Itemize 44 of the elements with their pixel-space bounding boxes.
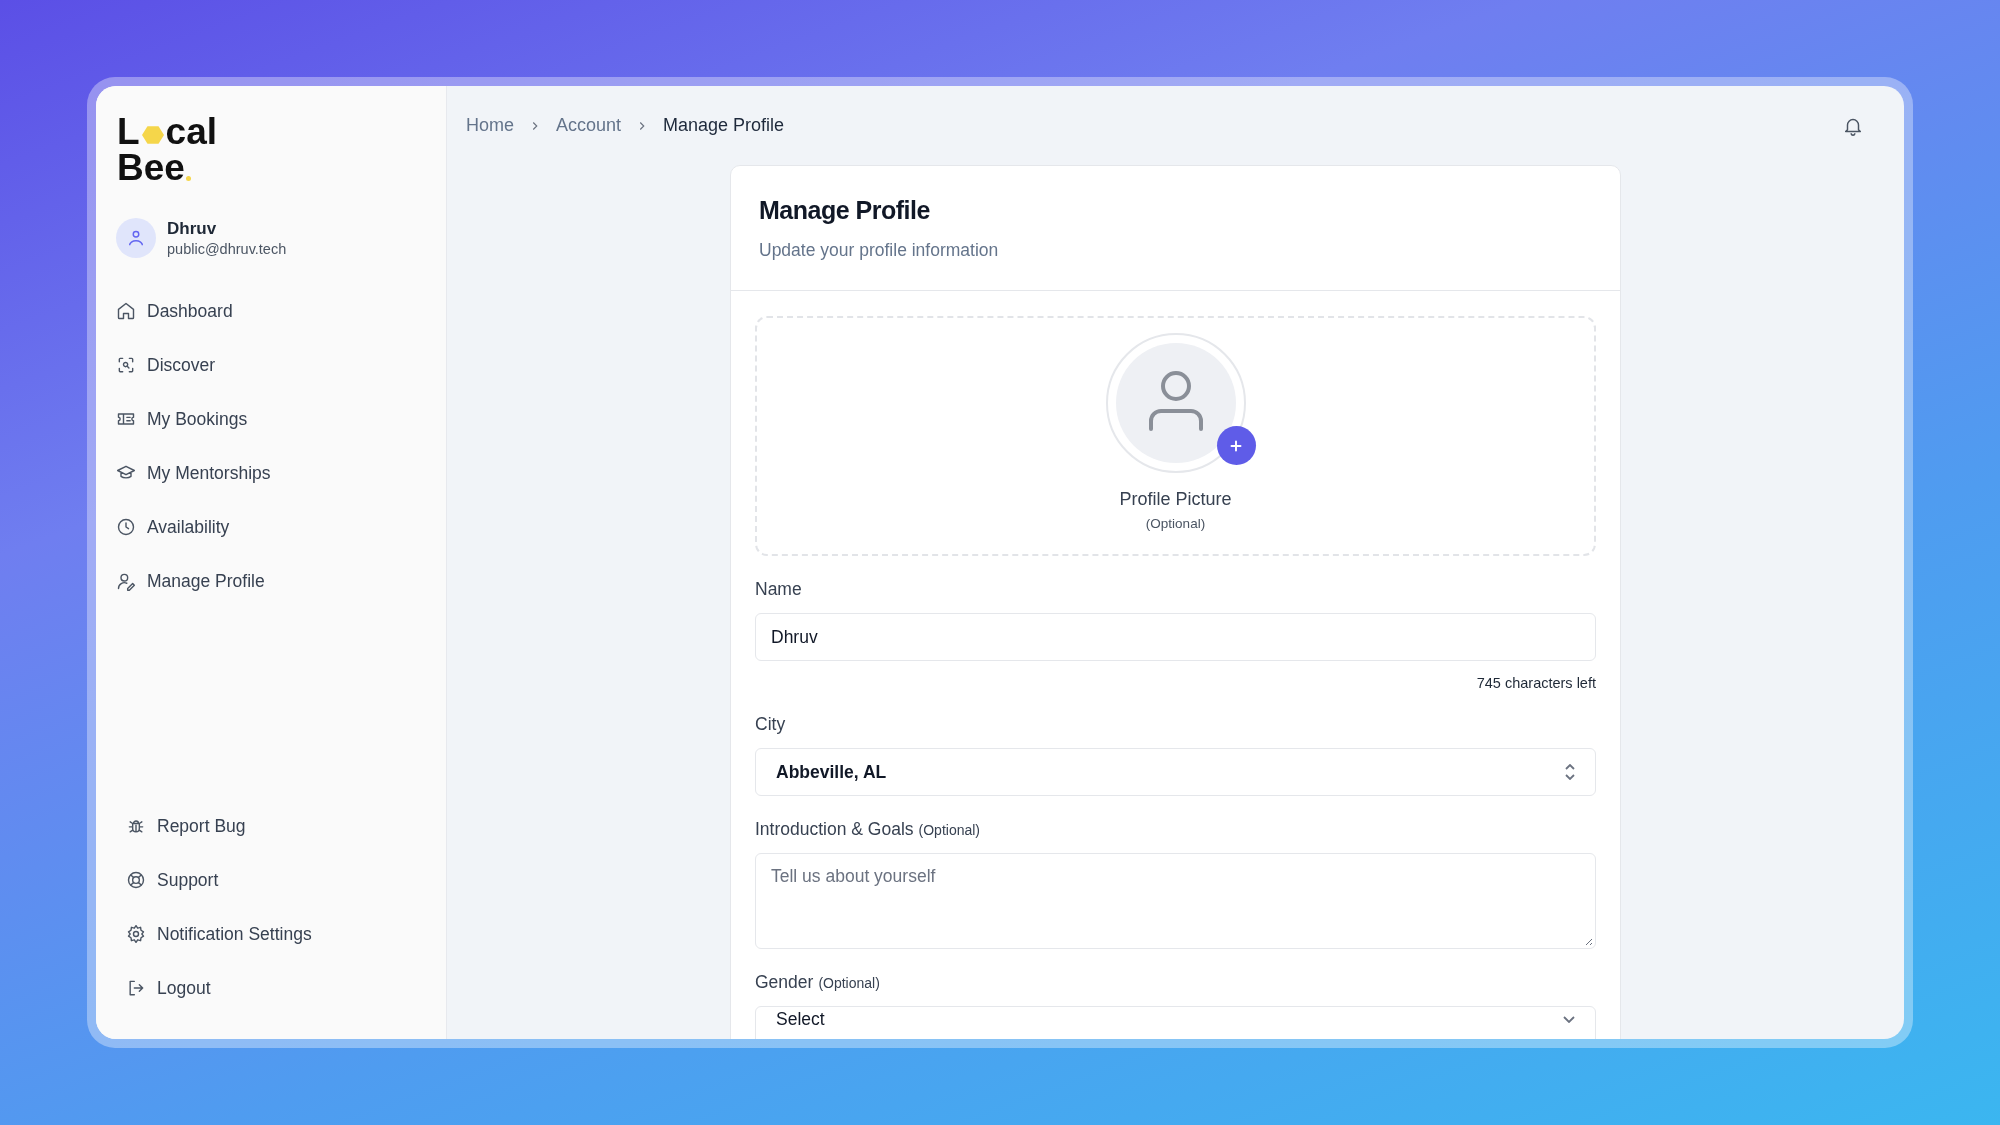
nav-item[interactable]: My Bookings — [116, 392, 248, 446]
gender-select[interactable]: Select — [755, 1006, 1596, 1039]
introduction-field[interactable]: Tell us about yourself — [755, 853, 1596, 949]
hexagon-icon — [140, 124, 165, 146]
page-title: Manage Profile — [759, 196, 931, 225]
user-edit-icon — [116, 571, 136, 591]
nav-item[interactable]: Availability — [116, 500, 230, 554]
nav-item[interactable]: Discover — [116, 338, 216, 392]
logo: L cal Bee — [117, 114, 218, 186]
nav-item[interactable]: Manage Profile — [116, 554, 265, 608]
settings-icon — [126, 924, 146, 944]
nav-item[interactable]: My Mentorships — [116, 446, 271, 500]
nav-item[interactable]: Logout — [126, 961, 211, 1015]
user-email: public@dhruv.tech — [167, 241, 287, 257]
picture-label: Profile Picture — [1119, 489, 1232, 510]
nav-item[interactable]: Report Bug — [126, 799, 246, 853]
scan-icon — [116, 355, 136, 375]
nav-item[interactable]: Notification Settings — [126, 907, 312, 961]
page-subtitle: Update your profile information — [759, 240, 1000, 261]
avatar-icon — [116, 218, 156, 258]
avatar-placeholder-icon — [1105, 333, 1246, 473]
field-label: City — [755, 714, 787, 735]
field-label: Name — [755, 579, 803, 600]
character-counter: 745 characters left — [1475, 675, 1596, 691]
breadcrumb-link[interactable]: Home — [466, 115, 514, 136]
breadcrumb-link[interactable]: Manage Profile — [663, 115, 785, 136]
optional-note: (Optional) — [1145, 516, 1206, 531]
field-label: Gender (Optional) — [755, 972, 881, 993]
breadcrumb-link[interactable]: Account — [556, 115, 622, 136]
picture-dropzone[interactable]: Profile Picture (Optional) — [755, 316, 1596, 556]
logout-icon — [126, 978, 146, 998]
add-photo-button[interactable] — [1216, 426, 1256, 465]
home-icon — [116, 301, 136, 321]
name-field[interactable]: Dhruv — [755, 613, 1596, 661]
nav-item[interactable]: Support — [126, 853, 219, 907]
clock-icon — [116, 517, 136, 537]
field-label: Introduction & Goals (Optional) — [755, 819, 982, 840]
user-name: Dhruv — [167, 219, 218, 239]
lifebuoy-icon — [126, 870, 146, 890]
city-select[interactable]: Abbeville, AL — [755, 748, 1596, 796]
nav-item[interactable]: Dashboard — [116, 284, 233, 338]
up-down-chevron-icon — [1565, 764, 1575, 780]
chevron-down-icon — [1563, 1016, 1575, 1023]
resize-grip-icon — [1583, 936, 1593, 946]
